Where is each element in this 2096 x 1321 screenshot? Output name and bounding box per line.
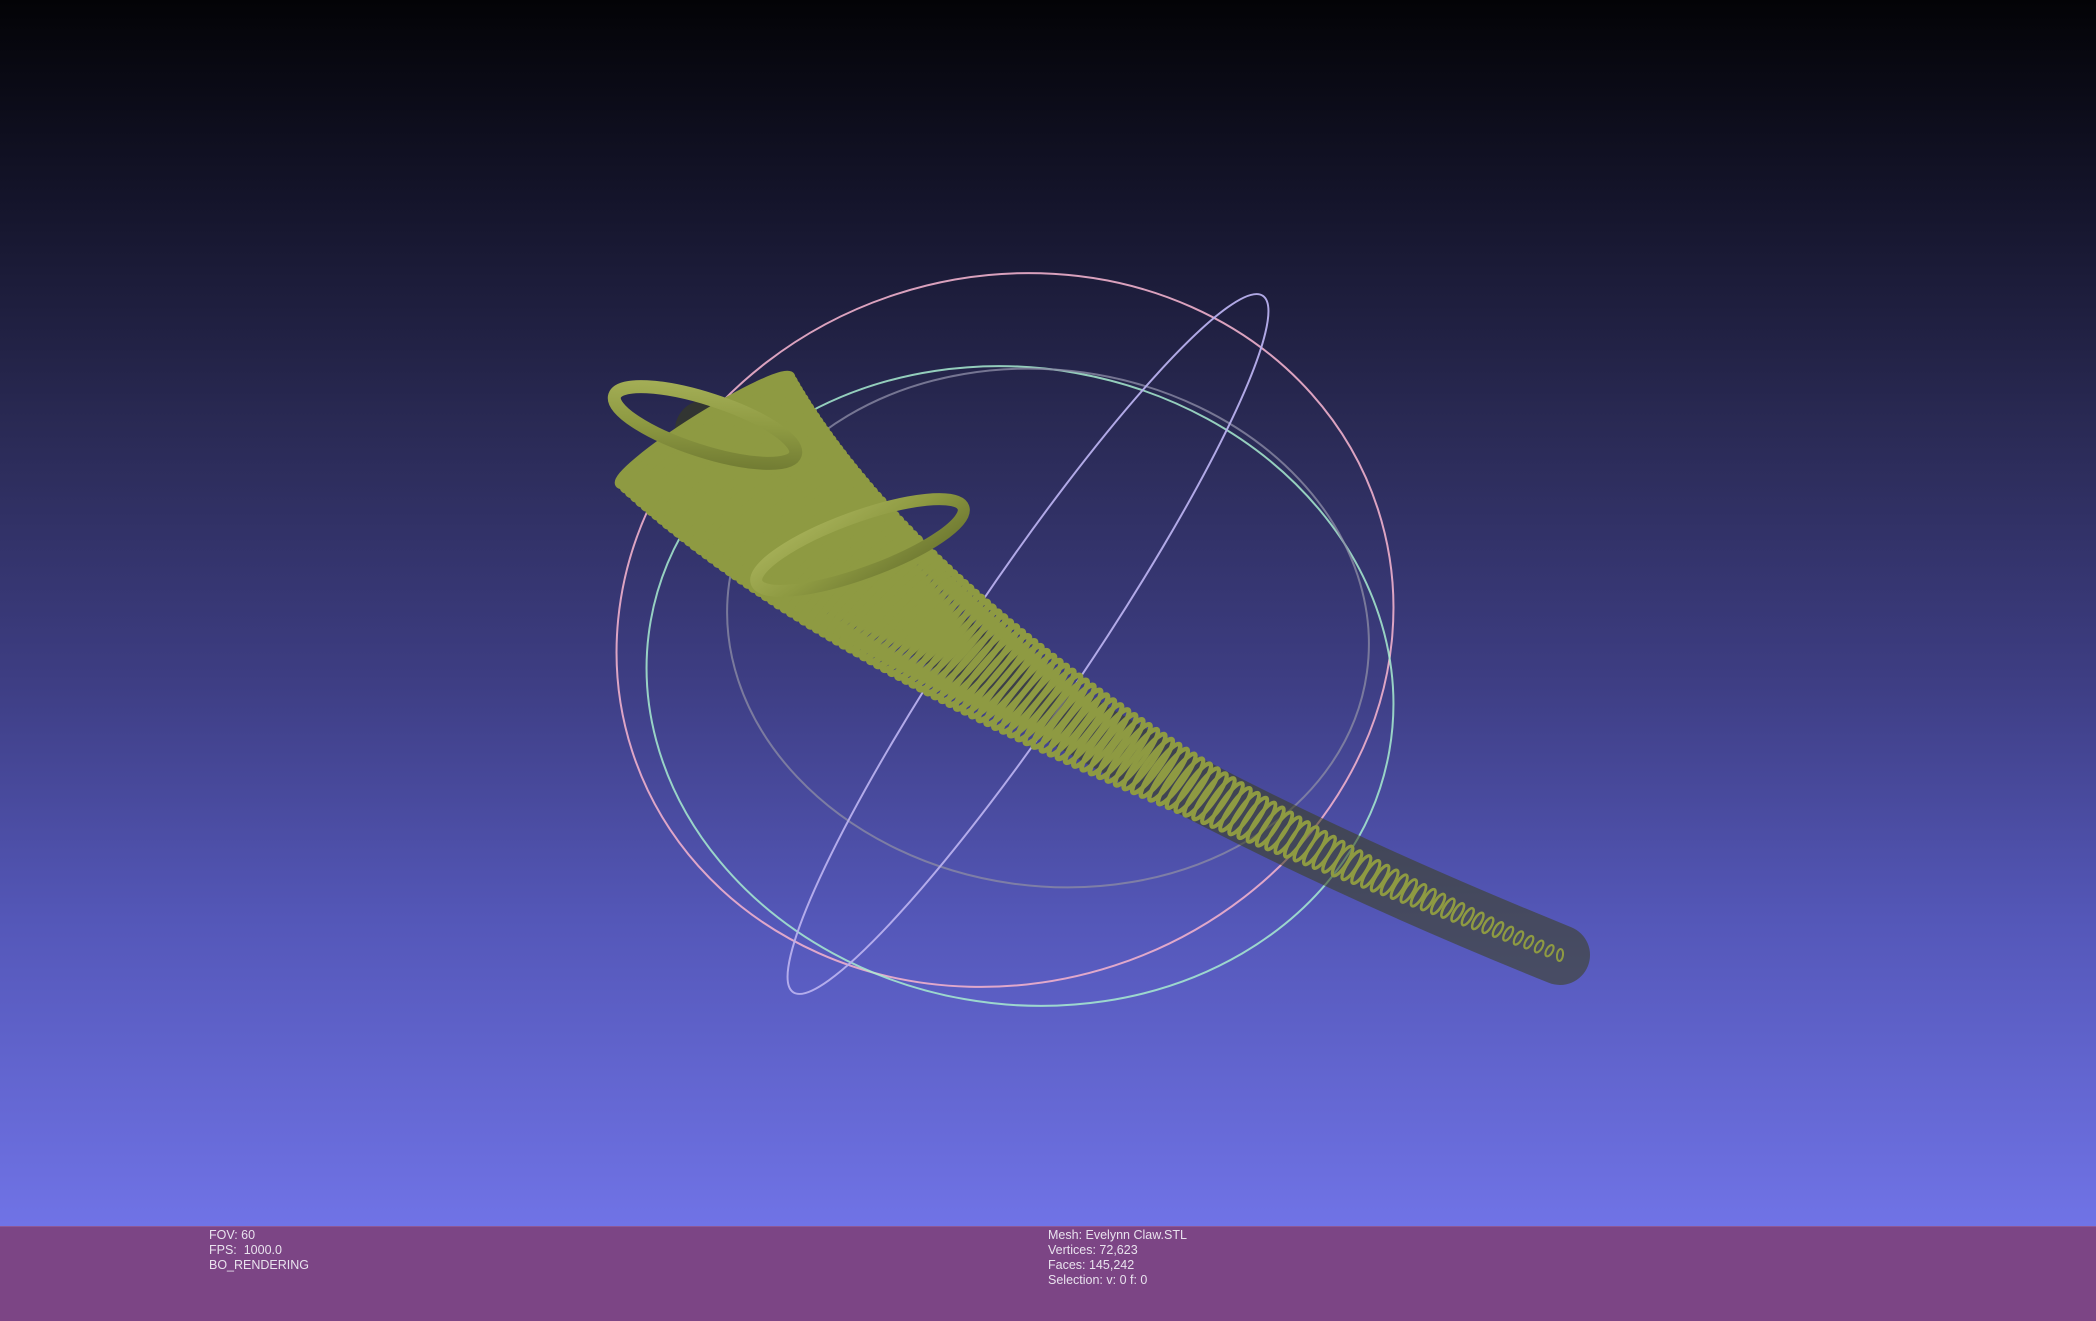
mesh-evelynn-claw[interactable] (607, 365, 1590, 985)
mesh-name-label: Mesh: Evelynn Claw.STL (1048, 1228, 1187, 1242)
fov-label: FOV: 60 (209, 1228, 256, 1242)
faces-label: Faces: 145,242 (1048, 1258, 1135, 1272)
scene-canvas[interactable] (0, 0, 2096, 1226)
mesh-info: Mesh: Evelynn Claw.STL Vertices: 72,623 … (1048, 1228, 1187, 1288)
rendering-mode-label: BO_RENDERING (209, 1258, 310, 1272)
render-info: FOV: 60 FPS: 1000.0 BO_RENDERING (209, 1228, 309, 1273)
vertices-label: Vertices: 72,623 (1048, 1243, 1138, 1257)
info-bar: FOV: 60 FPS: 1000.0 BO_RENDERING Mesh: E… (0, 1226, 2096, 1321)
fps-label: FPS: 1000.0 (209, 1243, 282, 1257)
selection-label: Selection: v: 0 f: 0 (1048, 1273, 1148, 1287)
3d-viewport[interactable] (0, 0, 2096, 1226)
